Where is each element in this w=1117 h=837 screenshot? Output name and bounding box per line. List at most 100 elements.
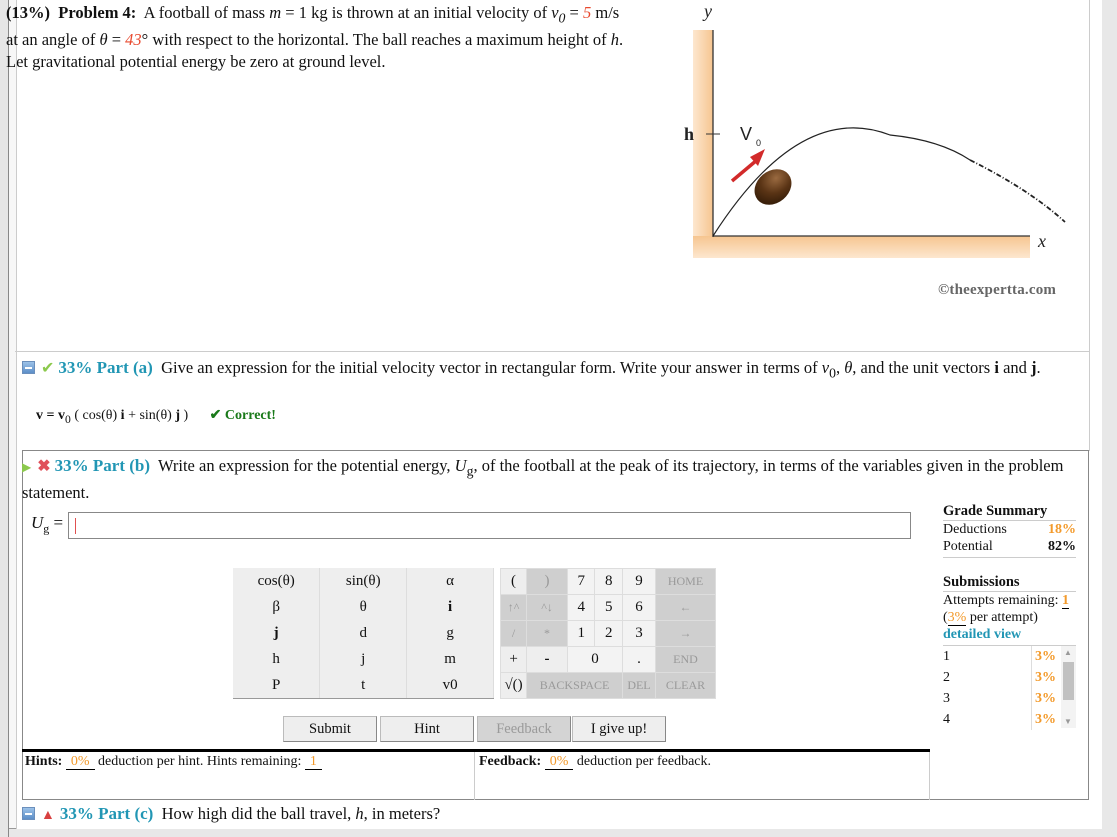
question-text: Write an expression for the potential en… — [157, 456, 455, 475]
key-sqrt[interactable]: √() — [499, 672, 528, 699]
key-beta[interactable]: β — [233, 594, 321, 621]
key-5[interactable]: 5 — [594, 594, 623, 621]
answer-text: ( cos(θ) — [70, 408, 121, 423]
key-up[interactable]: ↑^ — [499, 594, 528, 621]
key-g[interactable]: g — [406, 620, 494, 647]
give-up-button[interactable]: I give up! — [572, 716, 666, 742]
equals: = — [565, 3, 583, 22]
key-divide[interactable]: / — [499, 620, 528, 647]
key-p[interactable]: P — [233, 672, 321, 700]
key-home[interactable]: HOME — [655, 568, 716, 595]
answer-label: Ug = — [31, 513, 63, 536]
problem-weight: (13%) — [6, 3, 50, 22]
v0-subscript: 0 — [829, 365, 836, 381]
key-clear[interactable]: CLEAR — [655, 672, 716, 699]
scroll-down-icon[interactable]: ▼ — [1064, 717, 1072, 726]
key-4[interactable]: 4 — [566, 594, 596, 621]
h-label: h — [684, 124, 694, 144]
key-d[interactable]: d — [319, 620, 408, 647]
part-a-header: ✔ 33% Part (a) Give an expression for the… — [22, 357, 1082, 384]
attempt-deduction: 3% — [1031, 667, 1061, 688]
key-t[interactable]: t — [319, 672, 408, 700]
trajectory-curve — [712, 127, 971, 237]
key-m[interactable]: m — [406, 646, 494, 673]
feedback-deduction: 0% — [544, 754, 574, 770]
key-right-arrow[interactable]: → — [655, 620, 716, 647]
key-plus[interactable]: + — [499, 646, 528, 673]
expand-arrow-icon[interactable]: ▶ — [22, 460, 31, 474]
collapse-icon[interactable] — [22, 361, 35, 374]
key-multiply[interactable]: * — [526, 620, 568, 647]
question-text: How high did the ball travel, — [161, 804, 356, 823]
key-h[interactable]: h — [233, 646, 321, 673]
hint-button[interactable]: Hint — [380, 716, 474, 742]
attempts-value: 1 — [1061, 593, 1069, 609]
key-9[interactable]: 9 — [621, 568, 657, 595]
key-sin[interactable]: sin(θ) — [319, 568, 408, 595]
key-7[interactable]: 7 — [566, 568, 596, 595]
answer-text: ) — [180, 408, 189, 423]
key-6[interactable]: 6 — [621, 594, 657, 621]
key-0[interactable]: 0 — [566, 646, 623, 673]
potential-label: Potential — [943, 539, 993, 554]
key-i-vector[interactable]: i — [406, 594, 494, 621]
part-a-answer: v = v0 ( cos(θ) i + sin(θ) j ) ✔ Correct… — [36, 407, 276, 426]
key-close-paren[interactable]: ) — [526, 568, 568, 595]
attempt-number: 4 — [943, 712, 950, 727]
detailed-view-link[interactable]: detailed view — [943, 626, 1076, 643]
ground — [693, 236, 1030, 258]
key-down[interactable]: ^↓ — [526, 594, 568, 621]
numeric-keypad: ( ) 7 8 9 HOME ↑^ ^↓ 4 5 6 ← / * 1 2 3 →… — [499, 568, 716, 699]
key-3[interactable]: 3 — [621, 620, 657, 647]
y-label: y — [702, 1, 712, 21]
key-1[interactable]: 1 — [566, 620, 596, 647]
question-text: and — [998, 358, 1032, 377]
velocity-arrow — [730, 158, 759, 183]
question-text: , in meters? — [363, 804, 441, 823]
attempt-deduction: 3% — [1031, 688, 1061, 709]
submit-button[interactable]: Submit — [283, 716, 377, 742]
scroll-thumb[interactable] — [1063, 662, 1074, 700]
key-left-arrow[interactable]: ← — [655, 594, 716, 621]
submission-scrollbar[interactable]: ▲ ▼ — [1061, 646, 1076, 728]
question-text: , — [835, 358, 845, 377]
scroll-up-icon[interactable]: ▲ — [1064, 648, 1072, 657]
key-backspace[interactable]: BACKSPACE — [526, 672, 623, 699]
h-variable: h — [610, 30, 619, 50]
question-text: . — [1036, 358, 1041, 377]
answer-text: v = v — [36, 408, 65, 423]
deductions-row: Deductions 18% — [943, 521, 1076, 538]
attempts-label: Attempts remaining: — [943, 593, 1059, 608]
theta-value: 43 — [125, 30, 142, 50]
list-item: 1 3% — [943, 646, 1076, 667]
collapse-icon[interactable] — [22, 807, 35, 820]
key-del[interactable]: DEL — [621, 672, 657, 699]
key-cos[interactable]: cos(θ) — [233, 568, 321, 595]
feedback-button[interactable]: Feedback — [477, 716, 571, 742]
key-2[interactable]: 2 — [594, 620, 623, 647]
equals: = — [107, 30, 126, 50]
list-item: 4 3% — [943, 709, 1076, 730]
correct-status: ✔ Correct! — [209, 408, 276, 423]
feedback-label: Feedback: — [479, 754, 542, 769]
key-j[interactable]: j — [319, 646, 408, 673]
key-alpha[interactable]: α — [406, 568, 494, 595]
paren: ( — [943, 610, 948, 625]
v0-value: 5 — [582, 3, 592, 22]
h-variable: h — [355, 804, 364, 823]
key-minus[interactable]: - — [526, 646, 568, 673]
key-v0[interactable]: v0 — [406, 672, 494, 700]
key-8[interactable]: 8 — [594, 568, 623, 595]
key-j-vector[interactable]: j — [233, 620, 321, 647]
answer-input[interactable] — [68, 512, 911, 539]
key-theta[interactable]: θ — [319, 594, 408, 621]
key-dot[interactable]: . — [621, 646, 657, 673]
part-b-label: 33% Part (b) — [54, 456, 151, 475]
key-end[interactable]: END — [655, 646, 716, 673]
submission-list: 1 3% 2 3% 3 3% 4 3% ▲ ▼ — [943, 645, 1076, 730]
divider — [1089, 0, 1090, 451]
key-open-paren[interactable]: ( — [499, 568, 528, 595]
problem-statement: (13%) Problem 4: A football of mass m = … — [6, 2, 626, 73]
problem-text: A football of mass — [143, 3, 266, 22]
problem-text: ° with respect to the horizontal. The ba… — [141, 30, 611, 50]
